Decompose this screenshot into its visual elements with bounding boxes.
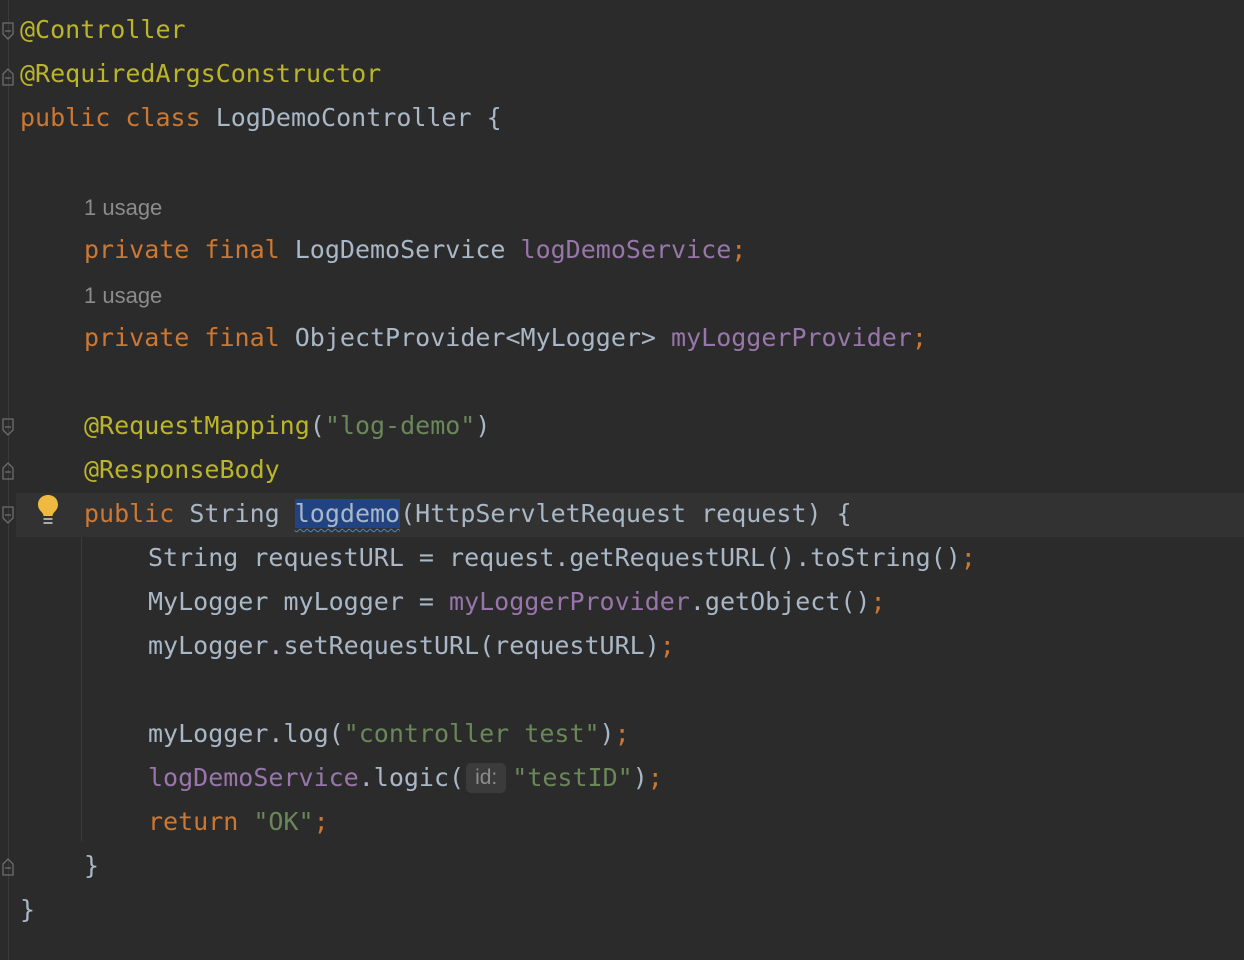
lightbulb-icon[interactable] — [35, 494, 61, 526]
fold-icon[interactable] — [1, 418, 15, 438]
string-literal: "OK" — [253, 807, 314, 836]
method-params: (HttpServletRequest request) { — [400, 499, 852, 528]
code-line[interactable]: String requestURL = request.getRequestUR… — [148, 536, 976, 580]
type-name: String — [189, 499, 280, 528]
code-line[interactable]: private final LogDemoService logDemoServ… — [84, 228, 746, 272]
code-line[interactable]: } — [20, 888, 35, 932]
string-literal: "log-demo" — [324, 411, 476, 440]
annotation: @Controller — [20, 15, 186, 44]
code-line[interactable]: logDemoService.logic(id: "testID"); — [148, 756, 663, 800]
fold-icon[interactable] — [1, 506, 15, 526]
semicolon: ; — [659, 631, 675, 660]
usage-hint[interactable]: 1 usage — [84, 193, 162, 223]
code-line[interactable]: @RequiredArgsConstructor — [20, 52, 381, 96]
annotation: @RequiredArgsConstructor — [20, 59, 382, 88]
semicolon: ; — [313, 807, 329, 836]
brace: } — [84, 851, 100, 880]
code-line[interactable]: return "OK"; — [148, 800, 329, 844]
keyword: return — [148, 807, 239, 836]
code-line[interactable]: public String logdemo(HttpServletRequest… — [84, 492, 852, 536]
fold-icon[interactable] — [1, 22, 15, 42]
paren: ( — [309, 411, 325, 440]
semicolon: ; — [960, 543, 976, 572]
brace: { — [486, 103, 502, 132]
statement: myLogger.log( — [148, 719, 344, 748]
usage-hint[interactable]: 1 usage — [84, 281, 162, 311]
field-name: myLoggerProvider — [449, 587, 690, 616]
semicolon: ; — [911, 323, 927, 352]
string-literal: "testID" — [512, 763, 633, 792]
paren: ) — [599, 719, 615, 748]
type-name: LogDemoService — [294, 235, 506, 264]
code-editor[interactable]: @Controller @RequiredArgsConstructor pub… — [0, 0, 1244, 960]
semicolon: ; — [614, 719, 630, 748]
field-name: myLoggerProvider — [671, 323, 912, 352]
code-line[interactable]: myLogger.setRequestURL(requestURL); — [148, 624, 675, 668]
code-line[interactable]: @RequestMapping("log-demo") — [84, 404, 490, 448]
code-line[interactable]: myLogger.log("controller test"); — [148, 712, 630, 756]
keyword: private — [84, 323, 190, 352]
code-line[interactable]: public class LogDemoController { — [20, 96, 502, 140]
keyword: public — [20, 103, 111, 132]
code-line[interactable]: @Controller — [20, 8, 186, 52]
paren: ) — [632, 763, 648, 792]
parameter-hint: id: — [466, 763, 507, 793]
keyword: class — [125, 103, 201, 132]
statement: myLogger.setRequestURL(requestURL) — [148, 631, 660, 660]
fold-icon[interactable] — [1, 460, 15, 480]
fold-icon[interactable] — [1, 66, 15, 86]
field-name: logDemoService — [520, 235, 732, 264]
brace: } — [20, 895, 36, 924]
keyword: final — [204, 323, 280, 352]
method-name[interactable]: logdemo — [294, 499, 401, 528]
type-name: ObjectProvider<MyLogger> — [294, 323, 656, 352]
semicolon: ; — [870, 587, 886, 616]
code-line[interactable]: MyLogger myLogger = myLoggerProvider.get… — [148, 580, 886, 624]
string-literal: "controller test" — [343, 719, 600, 748]
keyword: private — [84, 235, 190, 264]
gutter — [8, 0, 9, 960]
field-name: logDemoService — [148, 763, 359, 792]
paren: ) — [475, 411, 491, 440]
annotation: @ResponseBody — [84, 455, 280, 484]
statement: .logic( — [358, 763, 465, 792]
code-line[interactable]: private final ObjectProvider<MyLogger> m… — [84, 316, 927, 360]
statement: String requestURL = request.getRequestUR… — [148, 543, 961, 572]
keyword: public — [84, 499, 175, 528]
semicolon: ; — [647, 763, 663, 792]
semicolon: ; — [731, 235, 747, 264]
code-line[interactable]: @ResponseBody — [84, 448, 280, 492]
class-name: LogDemoController — [215, 103, 472, 132]
fold-icon[interactable] — [1, 856, 15, 876]
code-line[interactable]: } — [84, 844, 99, 888]
annotation: @RequestMapping — [84, 411, 310, 440]
statement: .getObject() — [689, 587, 871, 616]
statement: MyLogger myLogger = — [148, 587, 450, 616]
keyword: final — [204, 235, 280, 264]
indent-guide — [81, 537, 82, 841]
